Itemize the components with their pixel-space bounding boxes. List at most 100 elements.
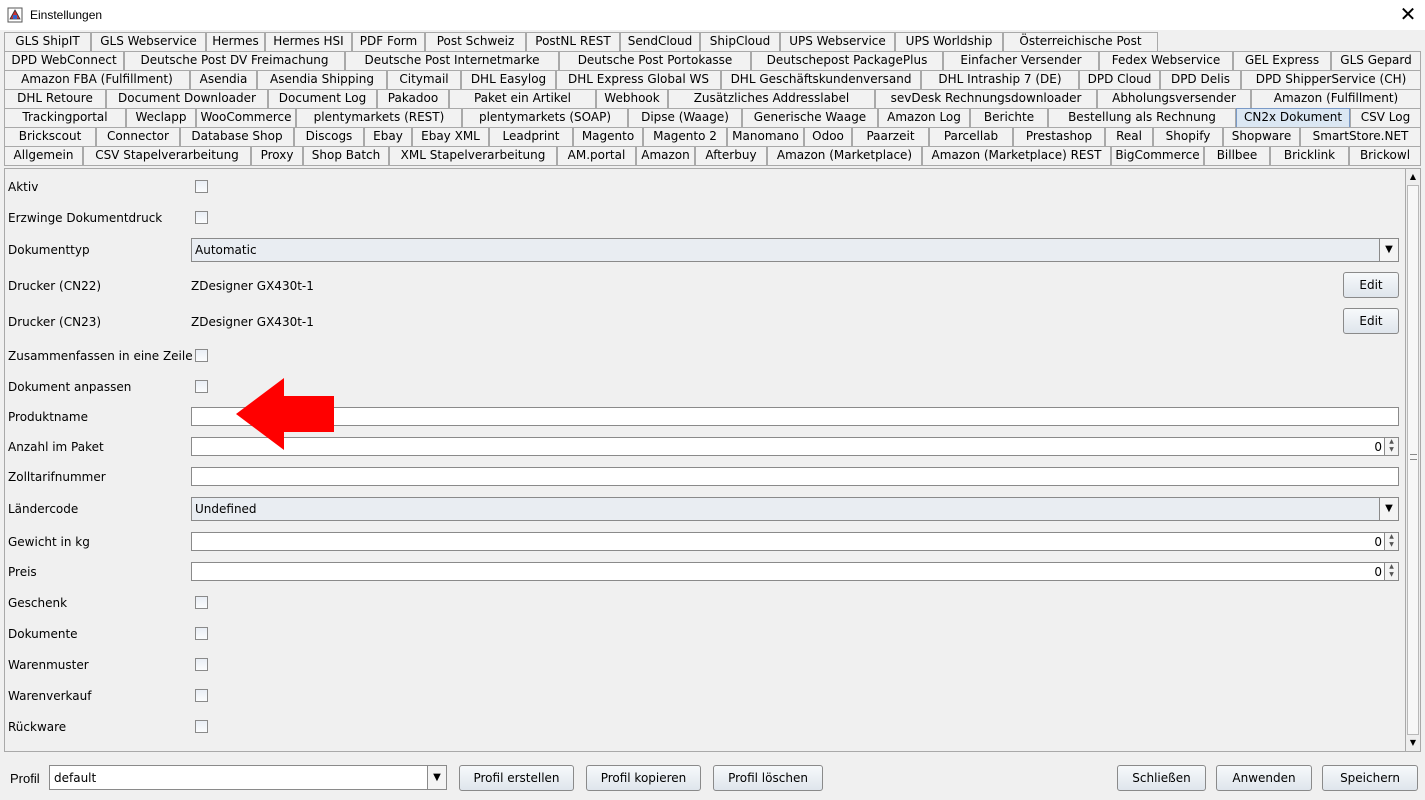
tab-xml-stapelverarbeitung[interactable]: XML Stapelverarbeitung — [389, 146, 557, 165]
tab-dhl-express-global-ws[interactable]: DHL Express Global WS — [556, 70, 721, 89]
tab-dipse-waage[interactable]: Dipse (Waage) — [628, 108, 742, 127]
tab-database-shop[interactable]: Database Shop — [180, 127, 294, 146]
tab-woocommerce[interactable]: WooCommerce — [196, 108, 296, 127]
tab-csv-stapelverarbeitung[interactable]: CSV Stapelverarbeitung — [83, 146, 251, 165]
tab-shopware[interactable]: Shopware — [1223, 127, 1300, 146]
tab-hermes[interactable]: Hermes — [206, 32, 265, 51]
tab-dhl-easylog[interactable]: DHL Easylog — [461, 70, 556, 89]
tab-deutsche-post-dv-freimachung[interactable]: Deutsche Post DV Freimachung — [124, 51, 345, 70]
scroll-down-icon[interactable]: ▼ — [1406, 735, 1420, 751]
tab-proxy[interactable]: Proxy — [251, 146, 303, 165]
tab-amazon-log[interactable]: Amazon Log — [878, 108, 970, 127]
tab-generische-waage[interactable]: Generische Waage — [742, 108, 878, 127]
aktiv-checkbox[interactable] — [195, 180, 208, 193]
tab-odoo[interactable]: Odoo — [804, 127, 852, 146]
tab-deutsche-post-portokasse[interactable]: Deutsche Post Portokasse — [559, 51, 751, 70]
tab-einfacher-versender[interactable]: Einfacher Versender — [943, 51, 1099, 70]
profil-loeschen-button[interactable]: Profil löschen — [713, 765, 823, 791]
tab-bestellung-als-rechnung[interactable]: Bestellung als Rechnung — [1048, 108, 1236, 127]
tab-amazon-marketplace-rest[interactable]: Amazon (Marketplace) REST — [922, 146, 1111, 165]
tab-dpd-cloud[interactable]: DPD Cloud — [1079, 70, 1160, 89]
tab-smartstore-net[interactable]: SmartStore.NET — [1300, 127, 1421, 146]
tab-shipcloud[interactable]: ShipCloud — [700, 32, 780, 51]
tab-sendcloud[interactable]: SendCloud — [620, 32, 700, 51]
tab-ebay-xml[interactable]: Ebay XML — [412, 127, 489, 146]
tab-trackingportal[interactable]: Trackingportal — [4, 108, 126, 127]
tab-parcellab[interactable]: Parcellab — [929, 127, 1013, 146]
tab-csv-log[interactable]: CSV Log — [1350, 108, 1421, 127]
tab-paarzeit[interactable]: Paarzeit — [852, 127, 929, 146]
warenmuster-checkbox[interactable] — [195, 658, 208, 671]
tab-hermes-hsi[interactable]: Hermes HSI — [265, 32, 352, 51]
tab-shopify[interactable]: Shopify — [1153, 127, 1223, 146]
tab-discogs[interactable]: Discogs — [294, 127, 364, 146]
tab-deutsche-post-internetmarke[interactable]: Deutsche Post Internetmarke — [345, 51, 559, 70]
tab-dhl-retoure[interactable]: DHL Retoure — [4, 89, 106, 108]
chevron-down-icon[interactable]: ▼ — [1379, 239, 1398, 261]
tab-asendia[interactable]: Asendia — [190, 70, 257, 89]
tab-plentymarkets-rest[interactable]: plentymarkets (REST) — [296, 108, 462, 127]
tab-gls-shipit[interactable]: GLS ShipIT — [4, 32, 91, 51]
tab-ebay[interactable]: Ebay — [364, 127, 412, 146]
anzahl-spinner[interactable]: 0 ▲ ▼ — [191, 437, 1399, 456]
tab-shop-batch[interactable]: Shop Batch — [303, 146, 389, 165]
tab-pakadoo[interactable]: Pakadoo — [377, 89, 449, 108]
zolltarif-input[interactable] — [191, 467, 1399, 486]
schliessen-button[interactable]: Schließen — [1117, 765, 1206, 791]
tab-zusätzliches-addresslabel[interactable]: Zusätzliches Addresslabel — [668, 89, 875, 108]
tab-amazon-fulfillment[interactable]: Amazon (Fulfillment) — [1251, 89, 1421, 108]
geschenk-checkbox[interactable] — [195, 596, 208, 609]
tab-amazon[interactable]: Amazon — [636, 146, 695, 165]
tab-dhl-intraship-7-de[interactable]: DHL Intraship 7 (DE) — [921, 70, 1079, 89]
scroll-up-icon[interactable]: ▲ — [1406, 169, 1420, 185]
laendercode-select[interactable]: Undefined ▼ — [191, 497, 1399, 521]
tab-document-log[interactable]: Document Log — [268, 89, 377, 108]
tab-amazon-fba-fulfillment[interactable]: Amazon FBA (Fulfillment) — [4, 70, 190, 89]
tab-gls-webservice[interactable]: GLS Webservice — [91, 32, 206, 51]
tab-post-schweiz[interactable]: Post Schweiz — [425, 32, 526, 51]
tab-gel-express[interactable]: GEL Express — [1233, 51, 1331, 70]
tab-berichte[interactable]: Berichte — [970, 108, 1048, 127]
anwenden-button[interactable]: Anwenden — [1216, 765, 1312, 791]
tab-postnl-rest[interactable]: PostNL REST — [526, 32, 620, 51]
tab-österreichische-post[interactable]: Österreichische Post — [1003, 32, 1158, 51]
tab-sevdesk-rechnungsdownloader[interactable]: sevDesk Rechnungsdownloader — [875, 89, 1097, 108]
dokument-anpassen-checkbox[interactable] — [195, 380, 208, 393]
tab-billbee[interactable]: Billbee — [1204, 146, 1270, 165]
tab-gls-gepard[interactable]: GLS Gepard — [1331, 51, 1421, 70]
spinner-arrows-icon[interactable]: ▲ ▼ — [1384, 533, 1398, 550]
tab-dpd-webconnect[interactable]: DPD WebConnect — [4, 51, 124, 70]
tab-weclapp[interactable]: Weclapp — [126, 108, 196, 127]
tab-cn2x-dokument[interactable]: CN2x Dokument — [1236, 108, 1350, 127]
preis-spinner[interactable]: 0 ▲ ▼ — [191, 562, 1399, 581]
tab-abholungsversender[interactable]: Abholungsversender — [1097, 89, 1251, 108]
tab-manomano[interactable]: Manomano — [727, 127, 804, 146]
tab-magento-2[interactable]: Magento 2 — [643, 127, 727, 146]
tab-prestashop[interactable]: Prestashop — [1013, 127, 1105, 146]
drucker-cn23-edit-button[interactable]: Edit — [1343, 308, 1399, 334]
tab-connector[interactable]: Connector — [96, 127, 180, 146]
scroll-thumb[interactable] — [1407, 185, 1419, 735]
zusammenfassen-checkbox[interactable] — [195, 349, 208, 362]
tab-real[interactable]: Real — [1105, 127, 1153, 146]
warenverkauf-checkbox[interactable] — [195, 689, 208, 702]
tab-bricklink[interactable]: Bricklink — [1270, 146, 1349, 165]
tab-ups-webservice[interactable]: UPS Webservice — [780, 32, 895, 51]
tab-paket-ein-artikel[interactable]: Paket ein Artikel — [449, 89, 596, 108]
erzwinge-checkbox[interactable] — [195, 211, 208, 224]
tab-allgemein[interactable]: Allgemein — [4, 146, 83, 165]
profil-erstellen-button[interactable]: Profil erstellen — [459, 765, 574, 791]
chevron-down-icon[interactable]: ▼ — [427, 766, 446, 789]
tab-brickscout[interactable]: Brickscout — [4, 127, 96, 146]
tab-asendia-shipping[interactable]: Asendia Shipping — [257, 70, 387, 89]
tab-amazon-marketplace[interactable]: Amazon (Marketplace) — [767, 146, 922, 165]
drucker-cn22-edit-button[interactable]: Edit — [1343, 272, 1399, 298]
vertical-scrollbar[interactable]: ▲ ▼ — [1405, 169, 1420, 751]
tab-dhl-geschäftskundenversand[interactable]: DHL Geschäftskundenversand — [721, 70, 921, 89]
dokumente-checkbox[interactable] — [195, 627, 208, 640]
spinner-arrows-icon[interactable]: ▲ ▼ — [1384, 563, 1398, 580]
tab-dpd-delis[interactable]: DPD Delis — [1160, 70, 1241, 89]
profil-select[interactable]: default ▼ — [49, 765, 447, 790]
tab-brickowl[interactable]: Brickowl — [1349, 146, 1421, 165]
tab-plentymarkets-soap[interactable]: plentymarkets (SOAP) — [462, 108, 628, 127]
